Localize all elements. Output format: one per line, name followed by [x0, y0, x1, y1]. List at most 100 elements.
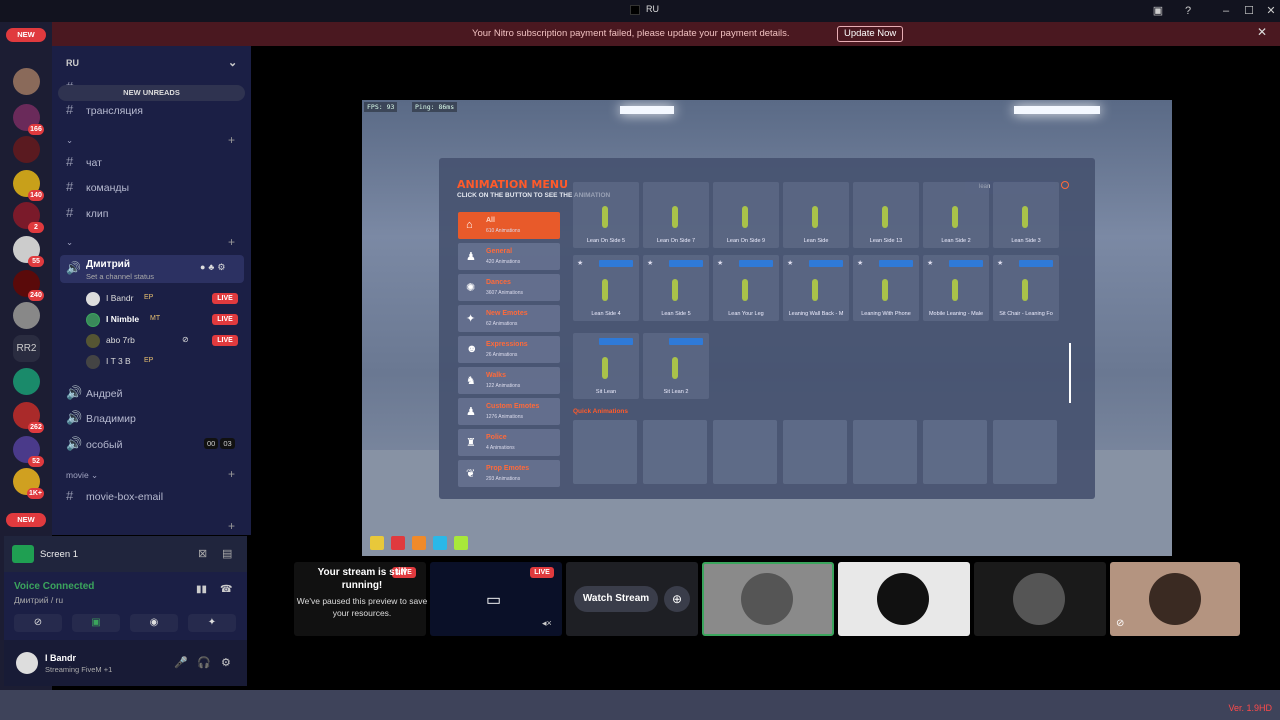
channel-chat[interactable]: # чат	[66, 154, 102, 169]
category-toggle[interactable]: ⌄	[66, 237, 73, 248]
animation-tile[interactable]: Lean On Side 5	[573, 182, 639, 248]
close-banner-icon[interactable]: ✕	[1257, 25, 1267, 39]
quick-animation-slot[interactable]	[783, 420, 847, 484]
channel-teams[interactable]: # команды	[66, 179, 129, 194]
category-police[interactable]: ♜ Police 4 Animations	[458, 429, 560, 456]
category-all[interactable]: ⌂ All 610 Animations	[458, 212, 560, 239]
soundboard-button[interactable]: ✦	[188, 614, 236, 632]
inbox-icon[interactable]: ▣	[1150, 3, 1166, 19]
minimize-button[interactable]: –	[1218, 3, 1234, 19]
add-channel-icon[interactable]: +	[228, 467, 235, 481]
animation-tile[interactable]: Sit Lean 2	[643, 333, 709, 399]
microphone-icon[interactable]: 🎤	[174, 656, 188, 669]
voice-status[interactable]: Voice Connected	[14, 581, 94, 592]
channel-movie-box-email[interactable]: # movie-box-email	[66, 488, 163, 503]
quick-animation-slot[interactable]	[923, 420, 987, 484]
voice-channel-andrey[interactable]: 🔊 Андрей	[66, 385, 122, 401]
add-channel-icon[interactable]: +	[228, 519, 235, 533]
category-movie[interactable]: movie ⌄	[66, 470, 98, 481]
animation-tile[interactable]: ★ Mobile Leaning - Male	[923, 255, 989, 321]
participant-tile[interactable]	[974, 562, 1106, 636]
mute-icon[interactable]: ◂×	[542, 618, 552, 629]
server-icon[interactable]	[13, 368, 40, 395]
quick-animation-slot[interactable]	[993, 420, 1057, 484]
voice-channel-vladimir[interactable]: 🔊 Владимир	[66, 410, 136, 426]
share-screen-button[interactable]: ▣	[72, 614, 120, 632]
animation-tile[interactable]: ★ Lean Side 4	[573, 255, 639, 321]
screen-share-row[interactable]: Screen 1 ⊠ ▤	[4, 536, 247, 572]
server-icon[interactable]: 1K+	[13, 468, 44, 499]
animation-tile[interactable]: Sit Lean	[573, 333, 639, 399]
server-header[interactable]: RU ⌄	[66, 57, 237, 69]
animation-tile[interactable]: Lean On Side 9	[713, 182, 779, 248]
quick-animation-slot[interactable]	[853, 420, 917, 484]
animation-tile[interactable]: ★ Lean Side 5	[643, 255, 709, 321]
server-icon[interactable]: 55	[13, 236, 44, 267]
participant-tile[interactable]	[838, 562, 970, 636]
popout-icon[interactable]: ⊠	[198, 547, 207, 560]
category-prop-emotes[interactable]: ❦ Prop Emotes 293 Animations	[458, 460, 560, 487]
activity-button[interactable]: ◉	[130, 614, 178, 632]
server-icon[interactable]: 2	[13, 202, 44, 233]
update-now-button[interactable]: Update Now	[837, 26, 904, 42]
animation-tile[interactable]: ★ Leaning With Phone	[853, 255, 919, 321]
voice-channel-special[interactable]: 🔊 особый	[66, 436, 122, 452]
add-channel-icon[interactable]: +	[228, 235, 235, 249]
voice-location[interactable]: Дмитрий / ru	[14, 595, 63, 605]
channel-broadcast[interactable]: # трансляция	[66, 102, 143, 117]
category-new-emotes[interactable]: ✦ New Emotes 62 Animations	[458, 305, 560, 332]
quick-animation-slot[interactable]	[713, 420, 777, 484]
new-unreads-pill[interactable]: NEW UNREADS	[58, 85, 245, 101]
add-stream-icon[interactable]: ⊕	[664, 586, 690, 612]
stream-preview-tile[interactable]: LIVE ▭ ◂×	[430, 562, 562, 636]
headphones-icon[interactable]: 🎧	[197, 656, 211, 669]
server-icon[interactable]: 140	[13, 170, 44, 201]
animation-tile[interactable]: ★ Lean Your Leg	[713, 255, 779, 321]
category-toggle[interactable]: ⌄	[66, 135, 73, 146]
channel-clip[interactable]: # клип	[66, 205, 108, 220]
server-icon[interactable]: 262	[13, 402, 44, 433]
participant-tile[interactable]: ⊘	[1110, 562, 1240, 636]
disconnect-icon[interactable]: ☎	[220, 584, 232, 595]
animation-tile[interactable]: Lean Side	[783, 182, 849, 248]
maximize-button[interactable]: ☐	[1241, 3, 1257, 19]
animation-tile[interactable]: ★ Leaning Wall Back - M	[783, 255, 849, 321]
participant-tile-speaking[interactable]	[702, 562, 834, 636]
new-pill[interactable]: NEW	[6, 28, 46, 42]
server-icon-rr2[interactable]: RR2	[13, 335, 40, 362]
animation-tile[interactable]: Lean Side 3	[993, 182, 1059, 248]
animation-tile[interactable]: Lean Side 13	[853, 182, 919, 248]
voice-user[interactable]: abo 7rb ⊘ LIVE	[86, 332, 244, 350]
tile-scrollbar[interactable]	[1069, 343, 1071, 403]
server-icon[interactable]: 52	[13, 436, 44, 467]
category-expressions[interactable]: ☻ Expressions 26 Animations	[458, 336, 560, 363]
avatar[interactable]	[16, 652, 38, 674]
close-menu-icon[interactable]	[1061, 181, 1069, 189]
category-walks[interactable]: ♞ Walks 122 Animations	[458, 367, 560, 394]
help-icon[interactable]: ?	[1180, 3, 1196, 19]
quick-animation-slot[interactable]	[573, 420, 637, 484]
voice-user[interactable]: I Nimble MT LIVE	[86, 311, 244, 329]
animation-tile[interactable]: Lean Side 2	[923, 182, 989, 248]
settings-icon[interactable]: ▤	[222, 547, 232, 560]
server-icon[interactable]	[13, 68, 40, 95]
voice-user[interactable]: I T 3 B EP	[86, 353, 244, 371]
server-icon[interactable]: 240	[13, 270, 44, 301]
gear-icon[interactable]: ⚙	[221, 656, 231, 669]
voice-channel-tools[interactable]: ●♣⚙	[200, 262, 228, 273]
camera-off-button[interactable]: ⊘	[14, 614, 62, 632]
category-custom-emotes[interactable]: ♟ Custom Emotes 1276 Animations	[458, 398, 560, 425]
animation-tile[interactable]: ★ Sit Chair - Leaning Fo	[993, 255, 1059, 321]
active-voice-channel[interactable]: 🔊 Дмитрий Set a channel status ●♣⚙	[60, 255, 244, 283]
category-general[interactable]: ♟ General 420 Animations	[458, 243, 560, 270]
watch-stream-button[interactable]: Watch Stream	[574, 586, 658, 612]
animation-tile[interactable]: Lean On Side 7	[643, 182, 709, 248]
close-window-button[interactable]: ✕	[1263, 3, 1279, 19]
stream-video[interactable]: FPS: 93 Ping: 86ms ANIMATION MENU CLICK …	[362, 100, 1172, 556]
category-dances[interactable]: ✺ Dances 3607 Animations	[458, 274, 560, 301]
add-channel-icon[interactable]: +	[228, 133, 235, 147]
quick-animation-slot[interactable]	[643, 420, 707, 484]
new-pill[interactable]: NEW	[6, 513, 46, 527]
signal-icon[interactable]: ▮▮	[196, 584, 207, 595]
server-icon[interactable]	[13, 302, 40, 329]
